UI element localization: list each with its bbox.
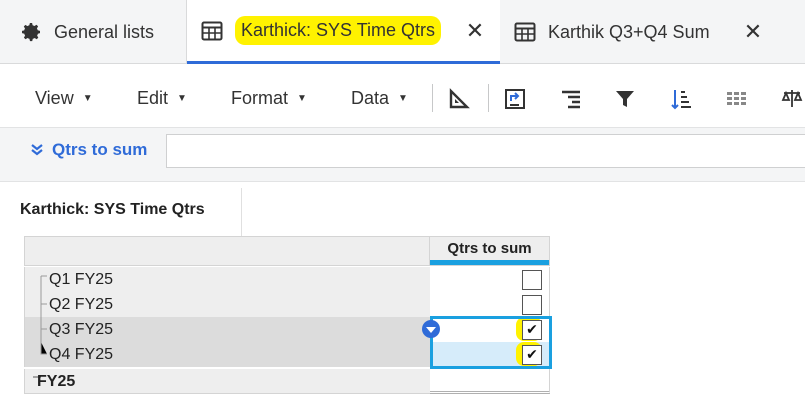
dropdown-icon[interactable] [422, 320, 440, 338]
filter-input[interactable] [166, 134, 805, 168]
checkbox[interactable] [522, 295, 542, 315]
edit-menu[interactable]: Edit ▼ [137, 88, 187, 109]
caret-down-icon: ▼ [297, 93, 307, 104]
balance-icon[interactable] [779, 86, 805, 112]
row-label[interactable]: FY25 [24, 369, 430, 394]
selection-box [430, 316, 552, 369]
table-row: FY25 [24, 369, 550, 394]
table-row: Q2 FY25 [24, 292, 550, 317]
tab-label: General lists [54, 21, 155, 42]
grid-icon[interactable] [724, 86, 750, 112]
row-label[interactable]: Q2 FY25 [24, 292, 430, 317]
column-header-label: Qtrs to sum [447, 240, 532, 257]
total-cell[interactable] [430, 369, 550, 394]
tab-karthik-q3q4-sum[interactable]: Karthik Q3+Q4 Sum ✕ [512, 0, 792, 64]
column-header[interactable]: Qtrs to sum [430, 236, 550, 266]
filter-label: Qtrs to sum [52, 140, 148, 159]
checkbox-cell[interactable] [430, 267, 550, 292]
tab-label: Karthik Q3+Q4 Sum [548, 21, 710, 42]
sort-icon[interactable] [668, 86, 694, 112]
caret-down-icon: ▼ [82, 93, 93, 104]
row-label[interactable]: Q3 FY25 [24, 317, 430, 342]
align-icon[interactable] [558, 86, 584, 112]
sheet-tab[interactable]: Karthick: SYS Time Qtrs [0, 188, 242, 236]
tab-general-lists[interactable]: General lists [18, 0, 188, 64]
view-menu[interactable]: View ▼ [35, 88, 93, 109]
pivot-icon[interactable] [502, 86, 528, 112]
close-icon[interactable]: ✕ [463, 18, 487, 43]
table-icon [512, 19, 538, 45]
format-menu[interactable]: Format ▼ [231, 88, 307, 109]
sheet-title: Karthick: SYS Time Qtrs [20, 201, 205, 218]
double-chevron-down-icon [30, 142, 44, 159]
filter-toggle[interactable]: Qtrs to sum [30, 140, 147, 160]
filter-icon[interactable] [612, 86, 638, 112]
tab-karthick-sys-time-qtrs[interactable]: Karthick: SYS Time Qtrs ✕ [187, 0, 500, 64]
row-label[interactable]: Q1 FY25 [24, 267, 430, 292]
checkbox[interactable] [522, 270, 542, 290]
menu-label: Format [231, 88, 289, 108]
row-label[interactable]: Q4 FY25 [24, 342, 430, 367]
close-icon[interactable]: ✕ [741, 20, 765, 44]
gear-icon [18, 19, 44, 45]
table-row: Q1 FY25 [24, 267, 550, 292]
menu-label: View [35, 88, 74, 108]
tab-bar: General lists Karthick: SYS Time Qtrs ✕ … [0, 0, 805, 64]
tab-label: Karthick: SYS Time Qtrs [235, 16, 442, 45]
ruler-icon[interactable] [446, 86, 472, 112]
data-menu[interactable]: Data ▼ [351, 88, 408, 109]
caret-down-icon: ▼ [177, 93, 187, 104]
caret-down-icon: ▼ [398, 93, 408, 104]
menu-label: Data [351, 88, 390, 108]
table-icon [199, 18, 225, 44]
menu-label: Edit [137, 88, 169, 108]
row-header-corner [24, 236, 430, 266]
checkbox-cell[interactable] [430, 292, 550, 317]
toolbar: View ▼ Edit ▼ Format ▼ Data ▼ [0, 64, 805, 128]
data-grid: Qtrs to sum Q1 FY25 Q2 FY25 Q3 FY25 ✔ Q4… [24, 236, 552, 396]
